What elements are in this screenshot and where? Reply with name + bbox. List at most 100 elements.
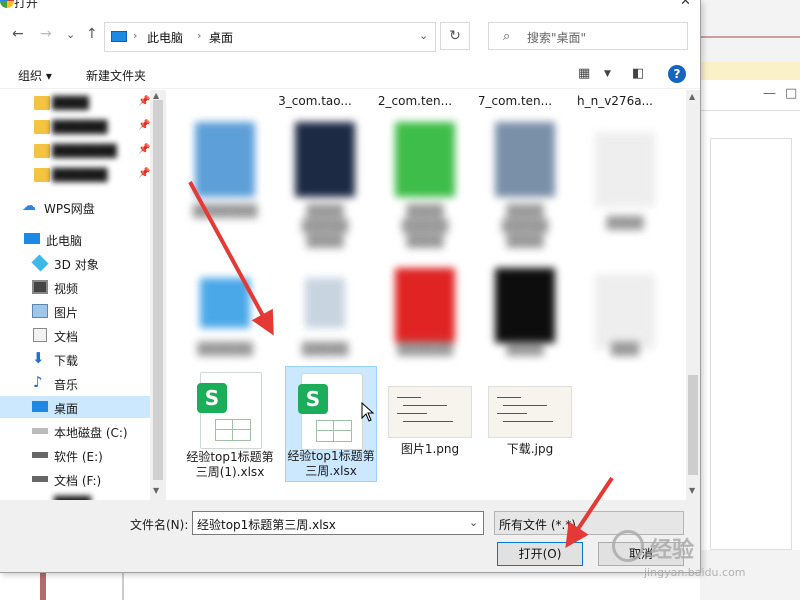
breadcrumb-chevron-icon[interactable]: ›	[197, 29, 201, 42]
file-name: ████ █████ ████	[401, 204, 449, 248]
help-icon[interactable]: ?	[668, 65, 686, 83]
scroll-up-icon[interactable]: ▲	[153, 91, 159, 100]
address-bar[interactable]: 此电脑 › › 桌面 ⌄	[104, 22, 436, 52]
sidebar-item-wps-cloud[interactable]: ☁ WPS网盘	[0, 196, 150, 218]
file-name: ████ █████ ████	[301, 204, 349, 248]
pin-icon[interactable]: 📌	[138, 96, 150, 107]
forward-arrow-icon[interactable]: →	[40, 26, 52, 42]
view-dropdown-icon[interactable]: ▼	[604, 69, 611, 79]
file-thumbnail	[295, 122, 355, 197]
file-item-xlsx-selected[interactable]: S 经验top1标题第三周.xlsx	[285, 366, 377, 482]
sidebar-item-label: 文档 (F:)	[54, 474, 102, 488]
maximize-icon[interactable]: □	[785, 86, 797, 101]
file-name: ███	[611, 342, 639, 356]
quick-access-item[interactable]: ███████ 📌	[0, 140, 150, 162]
folder-icon	[34, 96, 50, 110]
watermark-url: jingyan.baidu.com	[644, 566, 746, 579]
file-item[interactable]: ██████	[180, 268, 270, 358]
file-item[interactable]: █████	[280, 268, 370, 358]
breadcrumb-desktop[interactable]: 桌面	[209, 29, 233, 46]
sidebar-item-downloads[interactable]: ⬇ 下载	[0, 348, 150, 370]
scroll-down-icon[interactable]: ▼	[689, 486, 695, 495]
close-icon[interactable]: ✕	[680, 0, 691, 9]
file-name: ███████	[192, 204, 258, 218]
preview-pane-icon[interactable]: ◧	[632, 66, 644, 81]
sidebar-item-pictures[interactable]: 图片	[0, 300, 150, 322]
computer-icon	[24, 233, 40, 244]
refresh-button[interactable]: ↻	[440, 22, 470, 50]
file-list-scrollbar[interactable]: ▲ ▼	[686, 90, 700, 500]
file-item[interactable]: ████ █████ ████	[480, 116, 570, 266]
address-dropdown-chevron-icon[interactable]: ⌄	[419, 29, 428, 42]
up-arrow-icon[interactable]: ↑	[86, 26, 98, 42]
file-name: 2_com.ten...	[377, 94, 453, 108]
sidebar-item-desktop[interactable]: 桌面	[0, 396, 150, 418]
breadcrumb-chevron-icon[interactable]: ›	[133, 29, 137, 42]
file-item[interactable]: ████ █████ ████	[280, 116, 370, 266]
wps-spreadsheet-icon: S	[298, 384, 328, 414]
sidebar-item-label: 软件 (E:)	[54, 450, 103, 464]
file-item[interactable]: ███████	[180, 116, 270, 266]
pin-icon[interactable]: 📌	[138, 144, 150, 155]
spreadsheet-thumbnail: S	[298, 373, 363, 450]
file-name: ██████	[397, 342, 453, 356]
minimize-icon[interactable]: —	[763, 86, 776, 101]
cloud-icon: ☁	[22, 198, 36, 214]
filename-label: 文件名(N):	[130, 518, 189, 532]
sidebar-item-drive-e[interactable]: 软件 (E:)	[0, 444, 150, 466]
open-file-dialog: 打开 ✕ ← → ⌄ ↑ 此电脑 › › 桌面 ⌄ ↻ ⌕ 搜索"桌面" 组织 …	[0, 0, 701, 573]
pin-icon[interactable]: 📌	[138, 120, 150, 131]
file-item-jpg[interactable]: 下载.jpg	[485, 368, 575, 468]
sidebar-item-videos[interactable]: 视频	[0, 276, 150, 298]
file-item[interactable]: ████	[480, 268, 570, 358]
scroll-down-icon[interactable]: ▼	[153, 486, 159, 495]
filename-input[interactable]: 经验top1标题第三周.xlsx ⌄	[192, 511, 484, 535]
file-name: █████	[301, 342, 349, 356]
sidebar-item-label: 下载	[54, 354, 79, 368]
sidebar-item-drive-f[interactable]: 文档 (F:)	[0, 468, 150, 490]
dialog-footer: 文件名(N): 经验top1标题第三周.xlsx ⌄ 所有文件 (*.*) 打开…	[0, 500, 700, 572]
quick-access-label: ████	[52, 96, 89, 110]
sidebar-item-label: 桌面	[54, 402, 79, 416]
scroll-up-icon[interactable]: ▲	[689, 92, 695, 101]
breadcrumb-this-pc[interactable]: 此电脑	[147, 29, 183, 46]
file-name: 图片1.png	[400, 442, 460, 456]
command-toolbar: 组织 ▾ 新建文件夹 ▦ ▼ ◧ ?	[0, 60, 700, 89]
image-thumbnail	[388, 386, 472, 438]
back-arrow-icon[interactable]: ←	[12, 26, 24, 42]
sidebar-item-music[interactable]: ♪ 音乐	[0, 372, 150, 394]
navigation-scrollbar[interactable]: ▲ ▼	[150, 90, 166, 500]
file-item[interactable]: ██████	[380, 268, 470, 358]
sidebar-item-this-pc[interactable]: 此电脑	[0, 228, 150, 250]
open-button[interactable]: 打开(O)	[497, 542, 583, 566]
recent-locations-chevron-icon[interactable]: ⌄	[66, 28, 75, 41]
sidebar-item-drive-g[interactable]: ████	[0, 492, 150, 500]
sidebar-item-drive-c[interactable]: 本地磁盘 (C:)	[0, 420, 150, 442]
computer-icon	[111, 31, 127, 42]
folder-icon	[34, 144, 50, 158]
quick-access-item[interactable]: ████ 📌	[0, 92, 150, 114]
pin-icon[interactable]: 📌	[138, 168, 150, 179]
quick-access-item[interactable]: ██████ 📌	[0, 116, 150, 138]
sidebar-item-documents[interactable]: 文档	[0, 324, 150, 346]
file-item[interactable]: ████ █████ ████	[380, 116, 470, 266]
desktop-icon	[32, 401, 48, 412]
quick-access-item[interactable]: ██████ 📌	[0, 164, 150, 186]
file-item-xlsx-copy[interactable]: S 经验top1标题第三周(1).xlsx	[185, 368, 275, 488]
file-item[interactable]: ████	[580, 116, 670, 266]
search-input[interactable]: ⌕ 搜索"桌面"	[488, 22, 688, 50]
sidebar-item-label: 图片	[54, 306, 79, 320]
file-name: h_n_v276a...	[576, 94, 653, 108]
file-name: 3_com.tao...	[278, 94, 352, 108]
file-item[interactable]: ███	[580, 268, 670, 358]
drive-icon	[32, 452, 48, 458]
scrollbar-thumb[interactable]	[153, 100, 163, 480]
new-folder-button[interactable]: 新建文件夹	[86, 67, 146, 84]
file-item-png[interactable]: 图片1.png	[385, 368, 475, 468]
view-options-icon[interactable]: ▦	[578, 66, 590, 81]
file-list-pane: 3_com.tao... 2_com.ten... 7_com.ten... h…	[170, 90, 686, 500]
organize-menu-button[interactable]: 组织 ▾	[18, 67, 52, 84]
sidebar-item-3d-objects[interactable]: 3D 对象	[0, 252, 150, 274]
scrollbar-thumb[interactable]	[688, 375, 698, 475]
filename-dropdown-chevron-icon[interactable]: ⌄	[469, 516, 478, 529]
